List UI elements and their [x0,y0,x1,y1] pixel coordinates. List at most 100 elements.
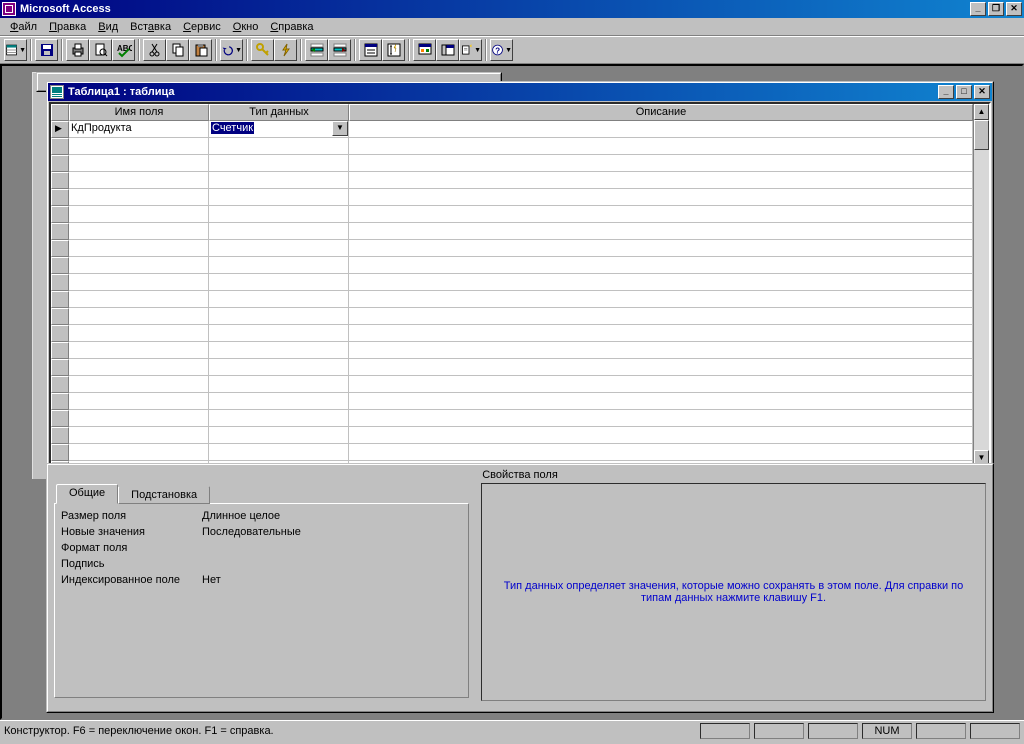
row-selector[interactable] [51,121,69,138]
indexes-button[interactable] [382,39,405,61]
toolbar: ▼ ABC ▼ ▼ ?▼ [0,36,1024,64]
child-minimize-button[interactable]: _ [938,85,954,99]
menu-help[interactable]: Справка [264,20,319,34]
row-selector[interactable] [51,138,69,155]
prop-value[interactable] [199,557,464,572]
type-value: Счетчик [211,122,254,134]
row-selector[interactable] [51,325,69,342]
close-button[interactable]: ✕ [1006,2,1022,16]
delete-rows-button[interactable] [328,39,351,61]
statusbar: Конструктор. F6 = переключение окон. F1 … [0,720,1024,740]
insert-rows-button[interactable] [305,39,328,61]
status-cell [700,723,750,739]
child-titlebar[interactable]: Таблица1 : таблица _ □ ✕ [48,83,992,101]
child-maximize-button[interactable]: □ [956,85,972,99]
preview-button[interactable] [89,39,112,61]
row-selector[interactable] [51,240,69,257]
prop-value[interactable] [199,541,464,556]
row-selector[interactable] [51,223,69,240]
status-cell [754,723,804,739]
status-cell [916,723,966,739]
child-close-button[interactable]: ✕ [974,85,990,99]
menu-window[interactable]: Окно [227,20,265,34]
row-selector[interactable] [51,376,69,393]
field-properties-pane: Свойства поля Общие Подстановка Размер п… [46,463,994,713]
help-button[interactable]: ?▼ [490,39,513,61]
scroll-up-button[interactable]: ▲ [974,104,989,120]
menubar: Файл Правка Вид Вставка Сервис Окно Спра… [0,18,1024,36]
svg-text:?: ? [495,46,500,55]
row-selector[interactable] [51,342,69,359]
row-selector[interactable] [51,444,69,461]
row-selector[interactable] [51,308,69,325]
menu-file[interactable]: Файл [4,20,43,34]
build-button[interactable] [413,39,436,61]
scroll-track[interactable] [974,150,989,450]
undo-button[interactable]: ▼ [220,39,243,61]
svg-text:ABC: ABC [117,44,132,53]
prop-value[interactable]: Нет [199,573,464,588]
app-titlebar: Microsoft Access _ ❐ ✕ [0,0,1024,18]
dbwindow-button[interactable] [436,39,459,61]
row-selector[interactable] [51,257,69,274]
status-cell [808,723,858,739]
row-selector-header[interactable] [51,104,69,121]
menu-insert[interactable]: Вставка [124,20,177,34]
prop-label: Формат поля [59,542,199,554]
app-icon [2,2,16,16]
tab-general[interactable]: Общие [56,484,118,504]
row-selector[interactable] [51,359,69,376]
vertical-scrollbar[interactable]: ▲ ▼ [973,104,989,466]
cell-data-type[interactable]: Счетчик ▼ [209,121,349,138]
scroll-thumb[interactable] [974,120,989,150]
cell-field-name[interactable]: КдПродукта [69,121,209,138]
col-header-desc[interactable]: Описание [349,104,973,121]
table-icon [50,85,64,99]
print-button[interactable] [66,39,89,61]
prop-value[interactable]: Последовательные [199,525,464,540]
status-num: NUM [862,723,912,739]
lightning-button[interactable] [274,39,297,61]
properties-button[interactable] [359,39,382,61]
row-selector[interactable] [51,291,69,308]
cell-description[interactable] [349,121,973,138]
spell-button[interactable]: ABC [112,39,135,61]
properties-left: Общие Подстановка Размер поляДлинное цел… [54,483,469,701]
col-header-type[interactable]: Тип данных [209,104,349,121]
row-selector[interactable] [51,155,69,172]
newobject-button[interactable]: ▼ [459,39,482,61]
table-design-window: Таблица1 : таблица _ □ ✕ Имя поля Тип да… [46,81,994,471]
grid-rows: КдПродукта Счетчик ▼ [51,121,973,466]
minimize-button[interactable]: _ [970,2,986,16]
properties-help-panel: Тип данных определяет значения, которые … [481,483,986,701]
col-header-name[interactable]: Имя поля [69,104,209,121]
row-selector[interactable] [51,206,69,223]
properties-help-text: Тип данных определяет значения, которые … [492,580,975,604]
status-cell [970,723,1020,739]
properties-tab-panel: Размер поляДлинное целое Новые значенияП… [54,503,469,698]
copy-button[interactable] [166,39,189,61]
key-button[interactable] [251,39,274,61]
prop-label: Подпись [59,558,199,570]
menu-edit[interactable]: Правка [43,20,92,34]
properties-title: Свойства поля [54,467,986,483]
background-window-edge [32,72,46,479]
prop-value[interactable]: Длинное целое [199,509,464,524]
restore-button[interactable]: ❐ [988,2,1004,16]
view-button[interactable]: ▼ [4,39,27,61]
tab-lookup[interactable]: Подстановка [118,486,210,504]
row-selector[interactable] [51,393,69,410]
paste-button[interactable] [189,39,212,61]
cut-button[interactable] [143,39,166,61]
save-button[interactable] [35,39,58,61]
menu-tools[interactable]: Сервис [177,20,227,34]
row-selector[interactable] [51,274,69,291]
workspace: Таблица1 : таблица _ □ ✕ Имя поля Тип да… [0,64,1024,720]
type-dropdown-button[interactable]: ▼ [332,121,348,136]
row-selector[interactable] [51,189,69,206]
row-selector[interactable] [51,427,69,444]
row-selector[interactable] [51,410,69,427]
row-selector[interactable] [51,172,69,189]
child-title: Таблица1 : таблица [68,86,936,98]
menu-view[interactable]: Вид [92,20,124,34]
